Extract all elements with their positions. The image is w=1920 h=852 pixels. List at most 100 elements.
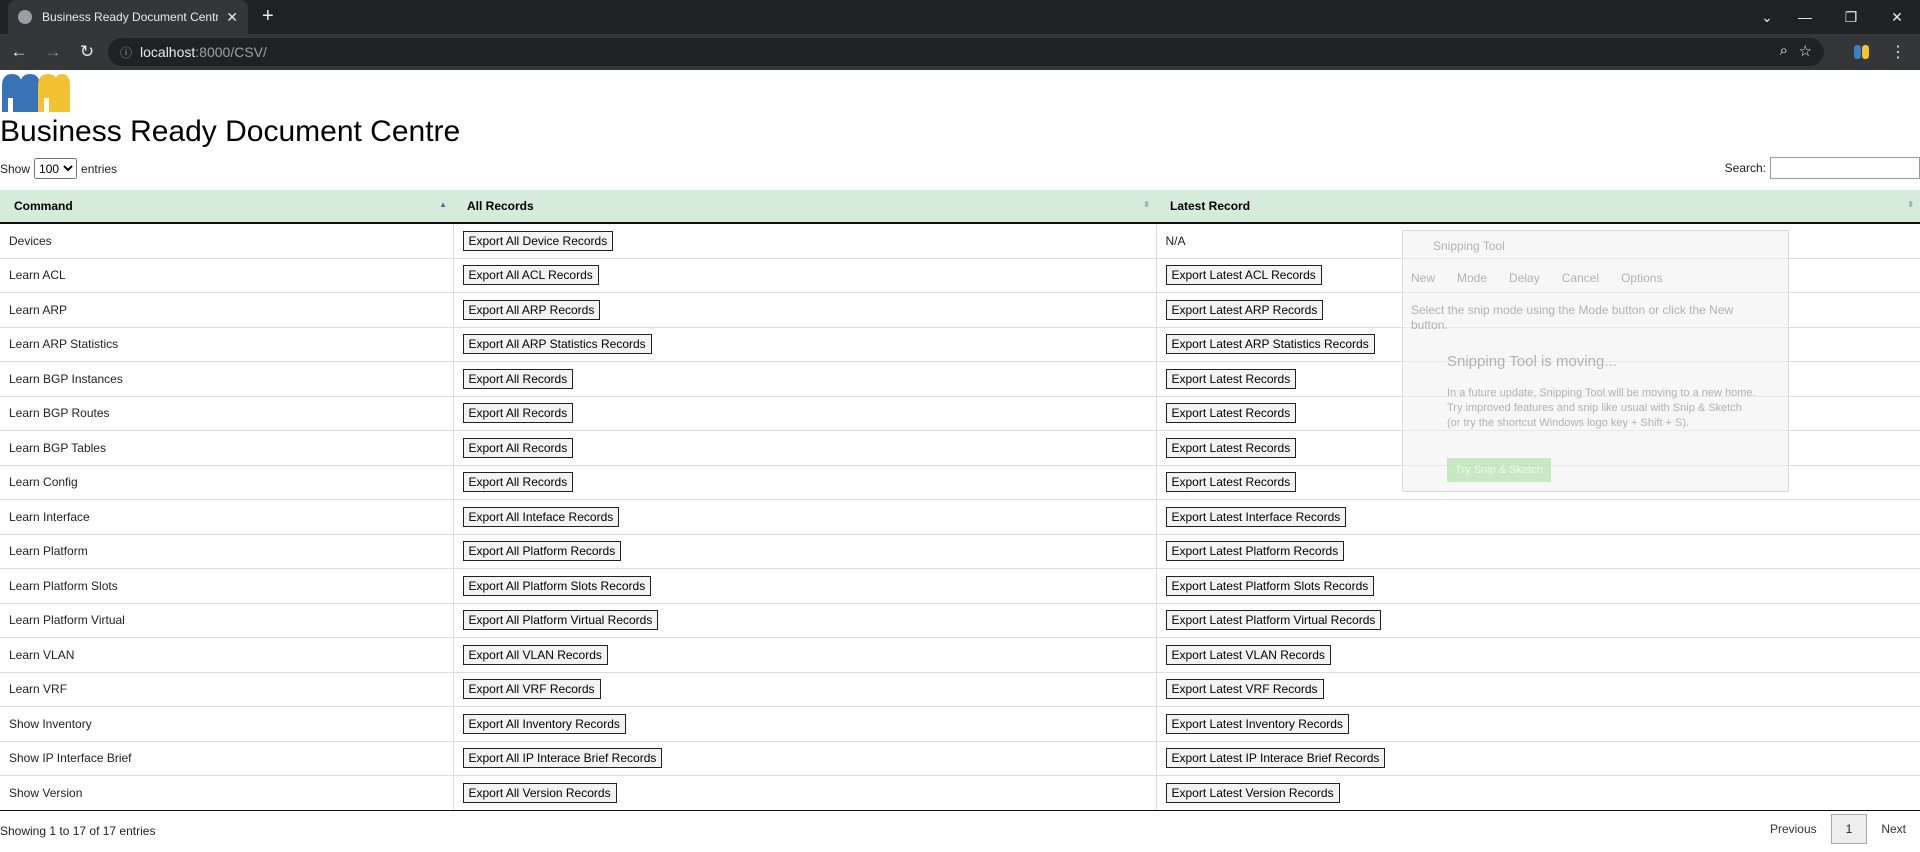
export-latest-button[interactable]: Export Latest Records [1165,472,1297,493]
previous-button[interactable]: Previous [1756,814,1831,844]
export-all-button[interactable]: Export All VLAN Records [462,644,608,665]
command-cell: Learn ARP [0,292,454,328]
export-latest-button[interactable]: Export Latest IP Interace Brief Records [1165,748,1386,769]
export-all-button[interactable]: Export All Records [462,403,574,424]
zoom-icon[interactable]: ⌕ [1780,42,1788,59]
snip-delay-button[interactable]: Delay [1509,271,1540,285]
latest-record-cell: Export Latest IP Interace Brief Records [1156,741,1920,776]
command-cell: Learn ARP Statistics [0,327,454,362]
export-all-button[interactable]: Export All Inteface Records [462,506,620,527]
browser-menu-icon[interactable]: ⋮ [1890,42,1906,62]
export-latest-button[interactable]: Export Latest Platform Records [1165,541,1345,562]
tab-search-icon[interactable]: ⌄ [1752,9,1782,26]
all-records-cell: Export All Inventory Records [453,706,1157,742]
export-latest-button[interactable]: Export Latest Version Records [1165,782,1340,803]
column-header-all-records[interactable]: All Records ⬍ [453,190,1156,224]
extension-icon[interactable] [1852,42,1872,62]
globe-icon [18,10,32,24]
export-latest-button[interactable]: Export Latest Interface Records [1165,506,1347,527]
column-header-command[interactable]: Command ▲ [0,190,453,224]
export-latest-button[interactable]: Export Latest Records [1165,437,1297,458]
bookmark-star-icon[interactable]: ☆ [1799,42,1812,60]
export-latest-button[interactable]: Export Latest ARP Records [1165,299,1324,320]
snip-mode-button[interactable]: Mode [1457,271,1487,285]
sort-icon: ⬍ [1907,200,1914,209]
export-latest-button[interactable]: Export Latest VLAN Records [1165,644,1331,665]
export-all-button[interactable]: Export All Inventory Records [462,713,626,734]
snip-options-button[interactable]: Options [1621,271,1662,285]
reload-icon[interactable]: ↻ [72,42,102,62]
export-all-button[interactable]: Export All Platform Slots Records [462,575,652,596]
export-all-button[interactable]: Export All ARP Statistics Records [462,334,652,355]
command-cell: Learn BGP Instances [0,361,454,397]
export-all-button[interactable]: Export All Platform Virtual Records [462,610,659,631]
search-label: Search: [1724,161,1766,175]
all-records-cell: Export All Platform Records [453,534,1157,569]
close-tab-icon[interactable]: ✕ [226,9,238,26]
export-latest-button[interactable]: Export Latest Records [1165,403,1297,424]
latest-record-cell: Export Latest Platform Slots Records [1156,568,1920,604]
all-records-cell: Export All Records [453,430,1157,466]
new-tab-icon[interactable]: + [262,5,274,27]
search-input[interactable] [1770,157,1920,179]
command-cell: Learn Config [0,465,454,500]
page-button-1[interactable]: 1 [1830,814,1868,844]
export-latest-button[interactable]: Export Latest ARP Statistics Records [1165,334,1375,355]
export-all-button[interactable]: Export All Records [462,368,574,389]
table-row: Show Inventory Export All Inventory Recor… [0,706,1920,742]
page-length-control: Show 102550100 entries [0,158,117,179]
export-latest-button[interactable]: Export Latest Platform Slots Records [1165,575,1375,596]
snipping-tool-window[interactable]: Snipping Tool New Mode Delay Cancel Opti… [1402,230,1789,492]
snip-new-button[interactable]: New [1411,271,1435,285]
export-all-button[interactable]: Export All ACL Records [462,265,599,286]
snipping-tool-toolbar: New Mode Delay Cancel Options [1411,271,1662,285]
address-bar[interactable]: ⓘ localhost:8000/CSV/ ⌕ ☆ [108,38,1824,66]
export-latest-button[interactable]: Export Latest ACL Records [1165,265,1322,286]
try-snip-sketch-button[interactable]: Try Snip & Sketch [1447,458,1551,482]
latest-record-cell: Export Latest Version Records [1156,775,1920,811]
logo [2,74,70,112]
back-arrow-icon[interactable]: ← [4,42,34,62]
minimize-icon[interactable]: — [1782,9,1828,25]
export-all-button[interactable]: Export All Records [462,472,574,493]
export-all-button[interactable]: Export All Version Records [462,782,617,803]
all-records-cell: Export All VRF Records [453,672,1157,707]
table-row: Learn Platform Export All Platform Record… [0,534,1920,569]
export-latest-button[interactable]: Export Latest VRF Records [1165,679,1324,700]
forward-arrow-icon[interactable]: → [38,42,68,62]
snip-cancel-button[interactable]: Cancel [1562,271,1599,285]
command-cell: Show IP Interface Brief [0,741,454,776]
export-all-button[interactable]: Export All VRF Records [462,679,601,700]
table-row: Learn Platform Virtual Export All Platfor… [0,603,1920,638]
command-cell: Learn Platform [0,534,454,569]
export-all-button[interactable]: Export All Device Records [462,230,614,251]
export-all-button[interactable]: Export All Platform Records [462,541,622,562]
export-latest-button[interactable]: Export Latest Inventory Records [1165,713,1349,734]
latest-record-cell: Export Latest VRF Records [1156,672,1920,707]
export-all-button[interactable]: Export All ARP Records [462,299,601,320]
table-info: Showing 1 to 17 of 17 entries [0,824,156,838]
all-records-cell: Export All VLAN Records [453,637,1157,673]
export-all-button[interactable]: Export All IP Interace Brief Records [462,748,663,769]
export-latest-button[interactable]: Export Latest Records [1165,368,1297,389]
all-records-cell: Export All IP Interace Brief Records [453,741,1157,776]
snipping-tool-body: In a future update, Snipping Tool will b… [1447,387,1756,429]
browser-tab[interactable]: Business Ready Document Centre ✕ [8,0,248,34]
column-header-latest-record[interactable]: Latest Record ⬍ [1156,190,1920,224]
pagination: Previous 1 Next [1756,814,1920,844]
restore-icon[interactable]: ❐ [1828,9,1874,26]
next-button[interactable]: Next [1867,814,1920,844]
command-cell: Learn Interface [0,499,454,535]
table-row: Learn Interface Export All Inteface Recor… [0,499,1920,535]
table-row: Learn Platform Slots Export All Platform … [0,568,1920,604]
site-info-icon[interactable]: ⓘ [120,44,132,61]
sort-ascending-icon: ▲ [439,200,447,209]
page-length-select[interactable]: 102550100 [34,158,78,179]
latest-record-cell: Export Latest Platform Virtual Records [1156,603,1920,638]
close-window-icon[interactable]: ✕ [1874,9,1920,26]
command-cell: Show Inventory [0,706,454,742]
export-latest-button[interactable]: Export Latest Platform Virtual Records [1165,610,1382,631]
tab-title: Business Ready Document Centre [42,10,219,24]
export-all-button[interactable]: Export All Records [462,437,574,458]
all-records-cell: Export All Platform Slots Records [453,568,1157,604]
